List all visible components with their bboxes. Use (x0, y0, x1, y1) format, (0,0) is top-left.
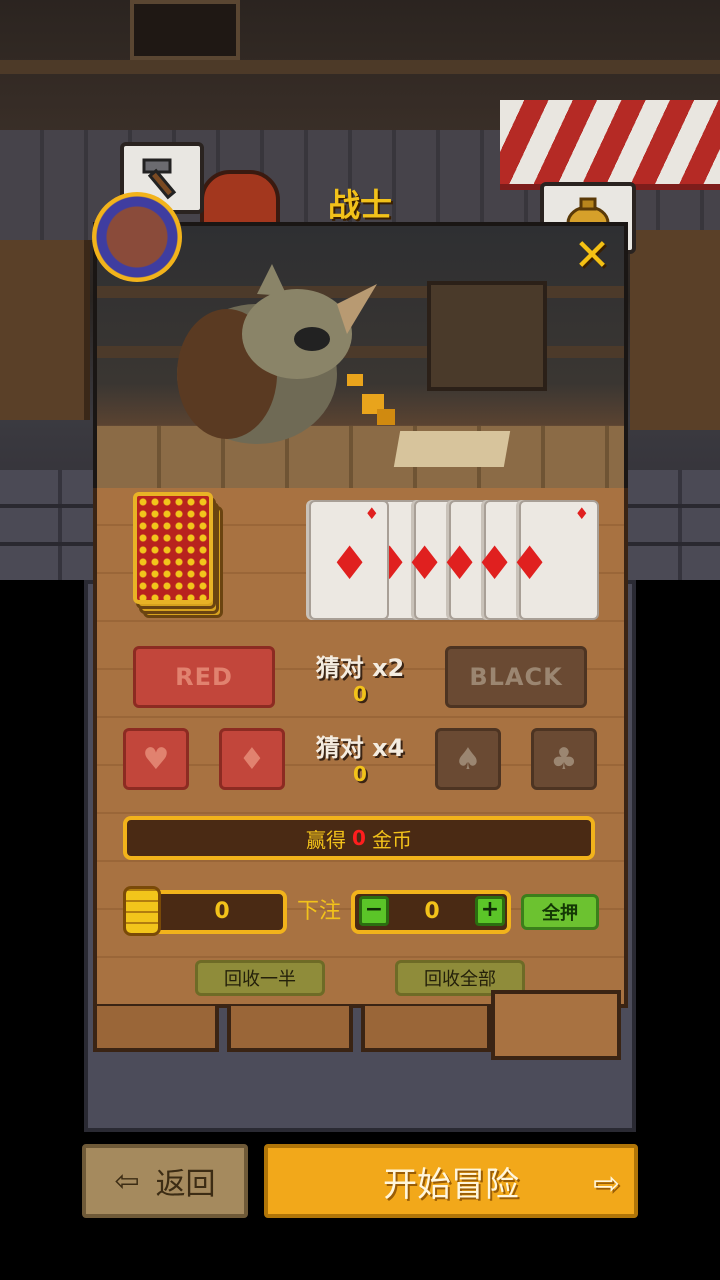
exit-door-icon: ⇦ (114, 1163, 140, 1199)
suit-odds: 猜对 x4 0 (295, 728, 425, 785)
win-amount: 0 (352, 826, 366, 850)
game-board: ♦♦♦♦♦♦♦♦♦♦♦♦♦♦ RED 猜对 x2 0 BLACK ♥ ♦ 猜对 … (93, 488, 628, 1008)
gold-coin-icon (123, 886, 161, 936)
suit-odds-label: 猜对 x4 (315, 734, 405, 762)
wall-window (130, 0, 240, 60)
board-tab (361, 1006, 491, 1052)
win-suffix: 金币 (371, 827, 412, 852)
close-icon[interactable]: ✕ (570, 234, 614, 278)
win-prefix: 赢得 (306, 827, 347, 852)
board-tab (93, 1006, 219, 1052)
rat-merchant-icon (177, 264, 395, 444)
spade-icon: ♠ (454, 741, 482, 777)
suit-odds-value: 0 (353, 762, 367, 786)
black-bet-button[interactable]: BLACK (445, 646, 587, 708)
card-suit-symbol: ♦ (509, 536, 551, 590)
coins-value: 0 (214, 899, 230, 924)
club-icon: ♣ (550, 741, 578, 777)
bet-label: 下注 (297, 899, 342, 924)
spade-bet-button[interactable]: ♠ (435, 728, 501, 790)
back-button[interactable]: ⇦ 返回 (82, 1144, 248, 1218)
drawn-cards: ♦♦♦♦♦♦♦♦♦♦♦♦♦♦ (309, 500, 599, 620)
start-adventure-button[interactable]: 开始冒险 ⇨ (264, 1144, 638, 1218)
card-suit-pip: ♦ (574, 504, 589, 523)
heart-icon: ♥ (142, 741, 170, 777)
class-portrait-icon[interactable] (92, 192, 182, 282)
card-suit-pip: ♦ (364, 504, 379, 523)
diamond-icon: ♦ (238, 741, 266, 777)
all-in-button[interactable]: 全押 (521, 894, 599, 930)
card-suit-symbol: ♦ (329, 536, 371, 590)
increase-bet-button[interactable]: + (475, 896, 505, 926)
color-odds: 猜对 x2 0 (295, 648, 425, 705)
shelf-right (630, 230, 720, 430)
collect-half-button[interactable]: 回收一半 (195, 960, 325, 996)
red-bet-button[interactable]: RED (133, 646, 275, 708)
enter-door-icon: ⇨ (593, 1164, 620, 1202)
card-game-popup: ✕ ♦♦♦♦♦♦♦♦♦♦♦♦♦♦ RED 猜对 x2 0 BLACK ♥ ♦ 猜… (93, 222, 628, 1072)
roof-beam (0, 60, 720, 74)
color-odds-value: 0 (353, 682, 367, 706)
deck-top-card (133, 492, 213, 604)
board-tab (491, 990, 621, 1060)
playing-card: ♦♦ (509, 500, 599, 620)
market-awning (500, 100, 720, 190)
decrease-bet-button[interactable]: − (359, 896, 389, 926)
club-bet-button[interactable]: ♣ (531, 728, 597, 790)
winnings-banner: 赢得 0 金币 (123, 816, 595, 860)
playing-card: ♦♦ (309, 500, 389, 620)
start-label: 开始冒险 (383, 1164, 519, 1205)
diamond-bet-button[interactable]: ♦ (219, 728, 285, 790)
back-label: 返回 (155, 1167, 216, 1202)
class-name-label: 战士 (327, 186, 392, 224)
paper-note (393, 431, 511, 467)
furnace (200, 170, 280, 230)
card-deck (133, 492, 223, 620)
heart-bet-button[interactable]: ♥ (123, 728, 189, 790)
board-tab (227, 1006, 353, 1052)
bet-value: 0 (424, 899, 440, 924)
color-odds-label: 猜对 x2 (315, 654, 405, 682)
crate-icon (427, 281, 547, 391)
shelf-left (0, 240, 90, 420)
